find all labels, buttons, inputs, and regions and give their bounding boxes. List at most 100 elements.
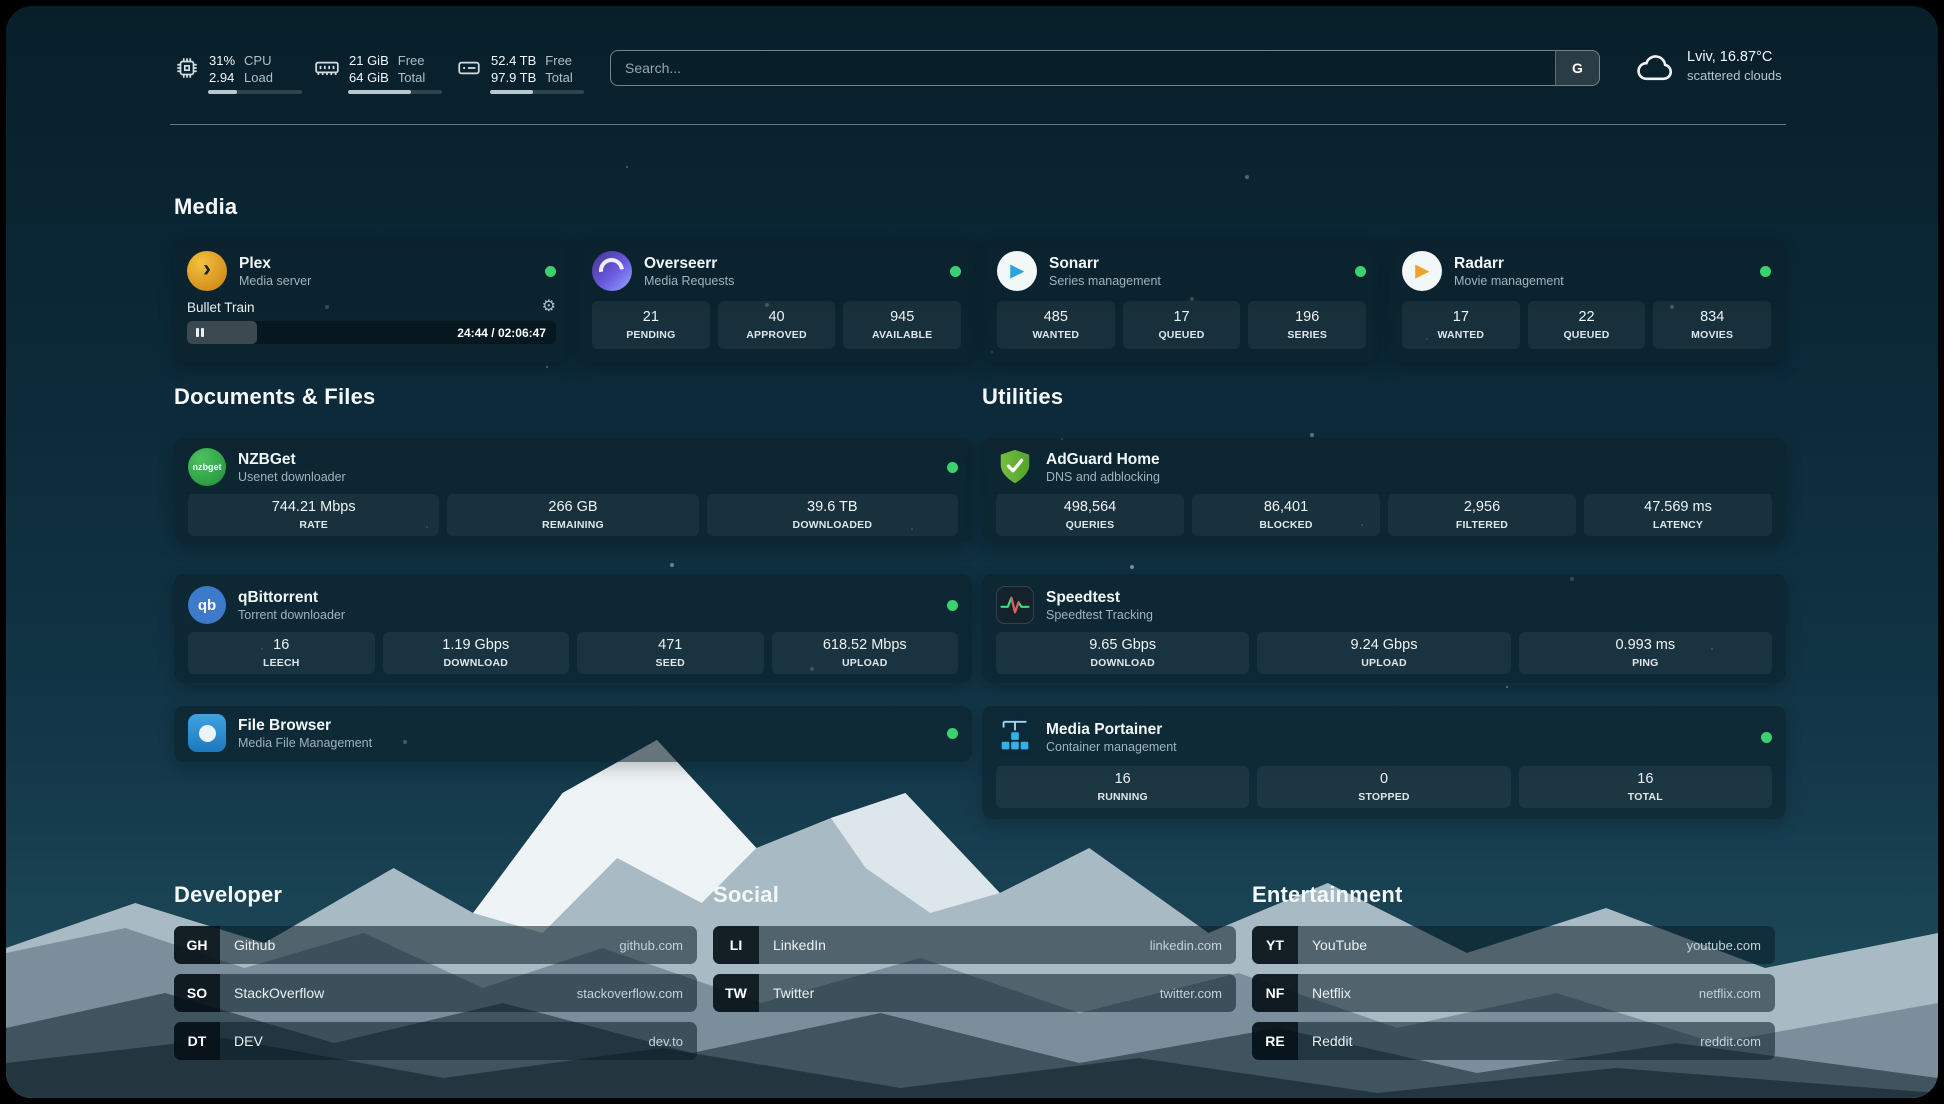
stat-latency: 47.569 msLATENCY xyxy=(1584,494,1772,536)
entertainment-bookmarks: YT YouTube youtube.com NF Netflix netfli… xyxy=(1252,926,1775,1070)
stat-movies: 834MOVIES xyxy=(1653,301,1771,349)
search-input[interactable] xyxy=(611,51,1555,85)
qbittorrent-card[interactable]: qb qBittorrent Torrent downloader 16LEEC… xyxy=(174,574,972,683)
bookmark-reddit[interactable]: RE Reddit reddit.com xyxy=(1252,1022,1775,1060)
playback-progress-bar: 24:44 / 02:06:47 xyxy=(187,321,556,344)
disk-metric: 52.4 TB 97.9 TB Free Total xyxy=(456,52,573,86)
portainer-card[interactable]: Media Portainer Container management 16R… xyxy=(982,706,1786,819)
speedtest-card[interactable]: Speedtest Speedtest Tracking 9.65 GbpsDO… xyxy=(982,574,1786,683)
app-description: Speedtest Tracking xyxy=(1046,607,1153,623)
app-description: Torrent downloader xyxy=(238,607,345,623)
nzbget-card[interactable]: nzbget NZBGet Usenet downloader 744.21 M… xyxy=(174,438,972,542)
status-online-dot xyxy=(1760,266,1771,277)
playback-progress-fill xyxy=(187,321,257,344)
bookmark-stackoverflow[interactable]: SO StackOverflow stackoverflow.com xyxy=(174,974,697,1012)
bookmark-netflix[interactable]: NF Netflix netflix.com xyxy=(1252,974,1775,1012)
bookmark-abbr: RE xyxy=(1252,1022,1298,1060)
media-section-title: Media xyxy=(174,194,237,220)
bookmark-dev[interactable]: DT DEV dev.to xyxy=(174,1022,697,1060)
search-bar: G xyxy=(610,50,1600,86)
stat-rate: 744.21 MbpsRATE xyxy=(188,494,439,536)
status-online-dot xyxy=(947,728,958,739)
snow-particles xyxy=(6,6,8,8)
stat-total: 16TOTAL xyxy=(1519,766,1772,808)
stat-upload: 9.24 GbpsUPLOAD xyxy=(1257,632,1510,674)
stat-stopped: 0STOPPED xyxy=(1257,766,1510,808)
status-online-dot xyxy=(1355,266,1366,277)
bookmark-twitter[interactable]: TW Twitter twitter.com xyxy=(713,974,1236,1012)
bookmark-linkedin[interactable]: LI LinkedIn linkedin.com xyxy=(713,926,1236,964)
stat-running: 16RUNNING xyxy=(996,766,1249,808)
app-description: Media File Management xyxy=(238,735,372,751)
gear-icon[interactable]: ⚙ xyxy=(542,299,556,315)
stat-upload: 618.52 MbpsUPLOAD xyxy=(772,632,959,674)
bookmark-abbr: NF xyxy=(1252,974,1298,1012)
developer-section-title: Developer xyxy=(174,882,282,908)
ram-metric: 21 GiB 64 GiB Free Total xyxy=(314,52,425,86)
stat-queries: 498,564QUERIES xyxy=(996,494,1184,536)
cpu-loadavg: 2.94 xyxy=(209,69,235,86)
plex-icon: › xyxy=(187,251,227,291)
stat-remaining: 266 GBREMAINING xyxy=(447,494,698,536)
speedtest-icon xyxy=(996,586,1034,624)
bookmark-youtube[interactable]: YT YouTube youtube.com xyxy=(1252,926,1775,964)
filebrowser-card[interactable]: File Browser Media File Management xyxy=(174,706,972,762)
plex-card[interactable]: › Plex Media server Bullet Train ⚙ 24:44… xyxy=(174,239,569,362)
app-name: Radarr xyxy=(1454,254,1564,273)
developer-bookmarks: GH Github github.com SO StackOverflow st… xyxy=(174,926,697,1070)
adguard-shield-icon xyxy=(996,448,1034,486)
documents-section-title: Documents & Files xyxy=(174,384,375,410)
status-online-dot xyxy=(1761,732,1772,743)
filebrowser-icon xyxy=(188,714,226,752)
app-name: qBittorrent xyxy=(238,588,345,607)
disk-total: 97.9 TB xyxy=(491,69,536,86)
stat-blocked: 86,401BLOCKED xyxy=(1192,494,1380,536)
adguard-card[interactable]: AdGuard Home DNS and adblocking 498,564Q… xyxy=(982,438,1786,542)
cpu-percent: 31% xyxy=(209,52,235,69)
stat-queued: 22QUEUED xyxy=(1528,301,1646,349)
app-name: Speedtest xyxy=(1046,588,1153,607)
radarr-icon: ▶ xyxy=(1402,251,1442,291)
social-section-title: Social xyxy=(713,882,779,908)
stat-series: 196SERIES xyxy=(1248,301,1366,349)
radarr-card[interactable]: ▶ Radarr Movie management 17WANTED 22QUE… xyxy=(1389,239,1784,362)
app-description: Usenet downloader xyxy=(238,469,346,485)
app-description: Container management xyxy=(1046,739,1177,755)
stat-ping: 0.993 msPING xyxy=(1519,632,1772,674)
stat-pending: 21PENDING xyxy=(592,301,710,349)
bookmark-abbr: GH xyxy=(174,926,220,964)
search-engine-button[interactable]: G xyxy=(1555,51,1599,85)
pause-icon[interactable] xyxy=(196,328,204,337)
overseerr-card[interactable]: Overseerr Media Requests 21PENDING 40APP… xyxy=(579,239,974,362)
weather-widget: Lviv, 16.87°C scattered clouds xyxy=(1634,48,1782,84)
app-name: Plex xyxy=(239,254,311,273)
sonarr-card[interactable]: ▶ Sonarr Series management 485WANTED 17Q… xyxy=(984,239,1379,362)
weather-condition: scattered clouds xyxy=(1687,67,1782,84)
stat-seed: 471SEED xyxy=(577,632,764,674)
app-description: Media server xyxy=(239,273,311,289)
stat-downloaded: 39.6 TBDOWNLOADED xyxy=(707,494,958,536)
dashboard-screen: 31% 2.94 CPU Load 21 GiB 64 GiB Free Tot… xyxy=(6,6,1938,1098)
bookmark-abbr: LI xyxy=(713,926,759,964)
app-description: Media Requests xyxy=(644,273,734,289)
stat-leech: 16LEECH xyxy=(188,632,375,674)
stat-wanted: 485WANTED xyxy=(997,301,1115,349)
app-name: File Browser xyxy=(238,716,372,735)
disk-icon xyxy=(456,55,482,81)
app-description: Series management xyxy=(1049,273,1161,289)
bookmark-github[interactable]: GH Github github.com xyxy=(174,926,697,964)
bookmark-abbr: TW xyxy=(713,974,759,1012)
social-bookmarks: LI LinkedIn linkedin.com TW Twitter twit… xyxy=(713,926,1236,1022)
ram-free: 21 GiB xyxy=(349,52,389,69)
app-name: NZBGet xyxy=(238,450,346,469)
now-playing-title: Bullet Train xyxy=(187,300,255,315)
cpu-metric: 31% 2.94 CPU Load xyxy=(174,52,273,86)
stat-approved: 40APPROVED xyxy=(718,301,836,349)
stat-queued: 17QUEUED xyxy=(1123,301,1241,349)
status-online-dot xyxy=(545,266,556,277)
playback-time: 24:44 / 02:06:47 xyxy=(457,321,546,344)
app-name: Sonarr xyxy=(1049,254,1161,273)
qbittorrent-icon: qb xyxy=(188,586,226,624)
app-name: Overseerr xyxy=(644,254,734,273)
disk-usage-bar xyxy=(490,90,584,94)
